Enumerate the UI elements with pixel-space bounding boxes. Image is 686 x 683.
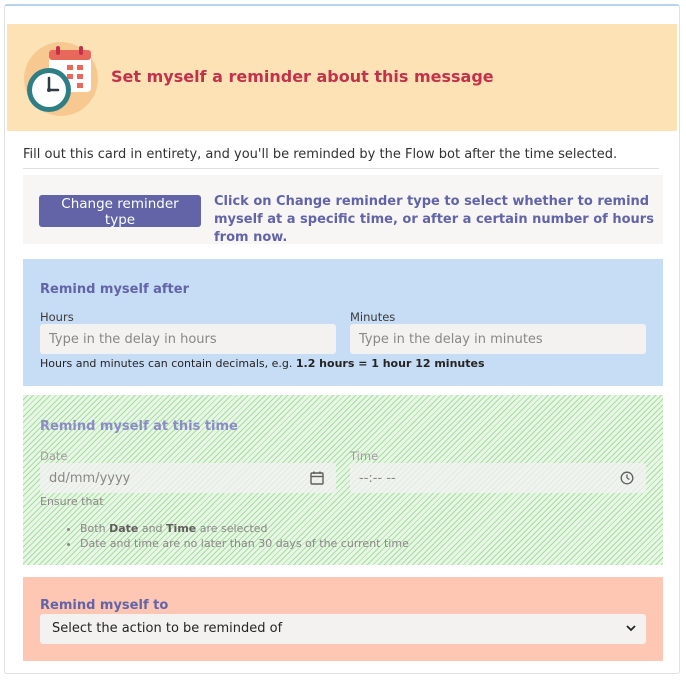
hint-example: 1.2 hours = 1 hour 12 minutes [295,357,485,370]
change-reminder-type-button[interactable]: Change reminder type [39,195,201,228]
remind-to-title: Remind myself to [40,598,169,613]
list-item: Date and time are no later than 30 days … [80,536,409,551]
clock-calendar-icon [24,42,98,116]
intro-text: Fill out this card in entirety, and you'… [23,147,618,162]
calendar-icon [310,471,324,485]
time-input[interactable]: --:-- -- [350,463,646,493]
chevron-down-icon [626,625,636,632]
hours-input[interactable]: Type in the delay in hours [40,324,336,354]
clock-icon [620,471,634,485]
reminder-type-description: Click on Change reminder type to select … [214,194,654,245]
hint-prefix: Hours and minutes can contain decimals, … [40,357,293,370]
card-header: Set myself a reminder about this message [7,24,677,131]
reminder-type-section: Change reminder type Click on Change rem… [23,175,663,245]
minutes-label: Minutes [350,310,396,324]
list-item: Both Date and Time are selected [80,521,409,536]
reminder-card: Set myself a reminder about this message… [4,4,680,674]
remind-to-section: Remind myself to Select the action to be… [23,577,663,661]
action-select[interactable]: Select the action to be reminded of [40,614,646,644]
action-select-value: Select the action to be reminded of [52,621,283,636]
card-title: Set myself a reminder about this message [111,67,494,86]
date-input[interactable]: dd/mm/yyyy [40,463,336,493]
rules-list: Both Date and Time are selected Date and… [63,521,409,551]
hours-label: Hours [40,310,74,324]
minutes-input[interactable]: Type in the delay in minutes [350,324,646,354]
time-placeholder: --:-- -- [359,471,396,486]
divider [23,168,659,169]
remind-after-title: Remind myself after [40,282,189,297]
decimal-hint: Hours and minutes can contain decimals, … [40,357,485,370]
ensure-label: Ensure that [40,495,104,508]
remind-at-title: Remind myself at this time [40,419,238,434]
remind-after-section: Remind myself after Hours Type in the de… [23,259,663,386]
date-label: Date [40,449,68,463]
remind-at-section: Remind myself at this time Date dd/mm/yy… [23,395,663,565]
date-placeholder: dd/mm/yyyy [49,471,131,486]
time-label: Time [350,449,379,463]
